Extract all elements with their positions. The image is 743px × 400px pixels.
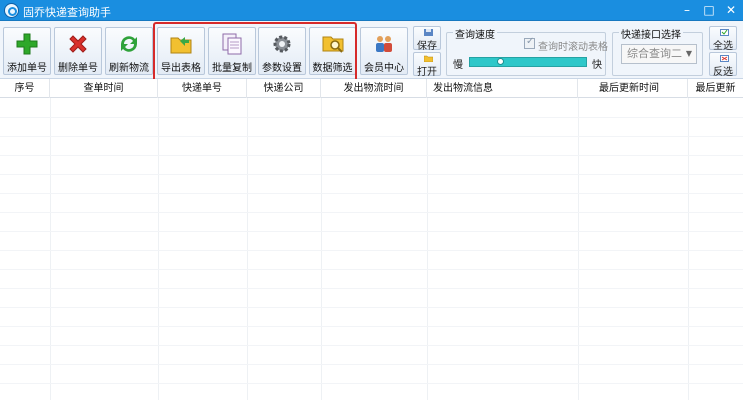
invert-selection-button[interactable]: 反选 xyxy=(709,52,737,78)
save-label: 保存 xyxy=(417,41,437,52)
speed-slider[interactable] xyxy=(469,57,587,67)
tracking-table[interactable] xyxy=(0,98,743,400)
members-icon xyxy=(376,36,392,52)
fast-label: 快 xyxy=(592,60,602,71)
slow-label: 慢 xyxy=(453,60,463,71)
select-all-label: 全选 xyxy=(713,41,733,52)
speed-group: 查询速度 查询时滚动表格 慢 快 xyxy=(446,26,608,76)
delete-number-label: 删除单号 xyxy=(58,63,98,74)
grid-row-line xyxy=(0,345,743,346)
open-label: 打开 xyxy=(417,67,437,78)
filter-search-icon xyxy=(322,36,343,53)
save-icon xyxy=(424,29,433,36)
table-header: 序号 查单时间 快递单号 快递公司 发出物流时间 发出物流信息 最后更新时间 最… xyxy=(0,79,743,98)
grid-row-line xyxy=(0,231,743,232)
column-header-dispatch-time[interactable]: 发出物流时间 xyxy=(321,79,427,98)
window-title: 固乔快递查询助手 xyxy=(23,6,111,19)
grid-row-line xyxy=(0,155,743,156)
data-filter-label: 数据筛选 xyxy=(312,63,353,74)
toolbar: 添加单号 删除单号 刷新物流 导出表格 批量复制 参数设置 数据筛选 会员中心 … xyxy=(0,21,743,79)
open-button[interactable]: 打开 xyxy=(413,52,441,78)
select-all-icon xyxy=(720,29,729,36)
column-header-dispatch-info[interactable]: 发出物流信息 xyxy=(427,79,578,98)
save-button[interactable]: 保存 xyxy=(413,26,441,52)
grid-column-line xyxy=(427,98,428,400)
add-number-label: 添加单号 xyxy=(7,63,47,74)
grid-column-line xyxy=(321,98,322,400)
grid-row-line xyxy=(0,288,743,289)
grid-row-line xyxy=(0,269,743,270)
column-header-last-update-time[interactable]: 最后更新时间 xyxy=(578,79,688,98)
auto-scroll-checkbox[interactable] xyxy=(524,36,535,49)
grid-column-line xyxy=(247,98,248,400)
settings-button[interactable]: 参数设置 xyxy=(258,27,306,75)
refresh-logistics-button[interactable]: 刷新物流 xyxy=(105,27,153,75)
batch-copy-button[interactable]: 批量复制 xyxy=(208,27,256,75)
member-center-label: 会员中心 xyxy=(364,63,404,74)
select-all-button[interactable]: 全选 xyxy=(709,26,737,52)
invert-selection-label: 反选 xyxy=(713,67,733,78)
auto-scroll-label: 查询时滚动表格 xyxy=(538,42,608,53)
grid-row-line xyxy=(0,364,743,365)
grid-row-line xyxy=(0,117,743,118)
close-button[interactable]: ✕ xyxy=(722,2,740,18)
grid-row-line xyxy=(0,307,743,308)
delete-number-button[interactable]: 删除单号 xyxy=(54,27,102,75)
maximize-button[interactable]: □ xyxy=(700,2,718,18)
app-logo-icon xyxy=(4,3,19,18)
copy-icon xyxy=(222,33,242,55)
api-select-value: 综合查询二 xyxy=(627,47,682,60)
grid-row-line xyxy=(0,174,743,175)
settings-label: 参数设置 xyxy=(262,63,302,74)
column-header-last-update[interactable]: 最后更新 xyxy=(688,79,743,98)
export-table-label: 导出表格 xyxy=(161,63,201,74)
export-folder-icon xyxy=(170,37,192,54)
title-bar: 固乔快递查询助手 – □ ✕ xyxy=(0,0,743,21)
column-header-query-time[interactable]: 查单时间 xyxy=(50,79,158,98)
grid-column-line xyxy=(50,98,51,400)
grid-row-line xyxy=(0,136,743,137)
api-select[interactable]: 综合查询二 ▼ xyxy=(621,44,697,64)
open-folder-icon xyxy=(424,55,433,62)
chevron-down-icon: ▼ xyxy=(685,49,692,58)
column-header-index[interactable]: 序号 xyxy=(0,79,50,98)
member-center-button[interactable]: 会员中心 xyxy=(360,27,408,75)
invert-selection-icon xyxy=(720,55,729,62)
grid-column-line xyxy=(578,98,579,400)
refresh-logistics-label: 刷新物流 xyxy=(109,63,149,74)
add-icon xyxy=(16,33,38,55)
column-header-tracking-number[interactable]: 快递单号 xyxy=(158,79,247,98)
api-group-title: 快递接口选择 xyxy=(619,26,683,41)
minimize-button[interactable]: – xyxy=(678,2,696,18)
column-header-courier[interactable]: 快递公司 xyxy=(247,79,321,98)
grid-row-line xyxy=(0,250,743,251)
gear-icon xyxy=(273,35,291,53)
grid-row-line xyxy=(0,326,743,327)
batch-copy-label: 批量复制 xyxy=(212,63,252,74)
speed-slider-thumb[interactable] xyxy=(497,58,504,65)
grid-row-line xyxy=(0,383,743,384)
grid-row-line xyxy=(0,212,743,213)
grid-row-line xyxy=(0,193,743,194)
grid-column-line xyxy=(688,98,689,400)
api-group: 快递接口选择 综合查询二 ▼ xyxy=(612,26,703,76)
export-table-button[interactable]: 导出表格 xyxy=(157,27,205,75)
add-number-button[interactable]: 添加单号 xyxy=(3,27,51,75)
delete-icon xyxy=(69,35,87,53)
speed-group-title: 查询速度 xyxy=(453,26,497,41)
refresh-icon xyxy=(121,36,137,52)
grid-column-line xyxy=(158,98,159,400)
data-filter-button[interactable]: 数据筛选 xyxy=(309,27,356,75)
